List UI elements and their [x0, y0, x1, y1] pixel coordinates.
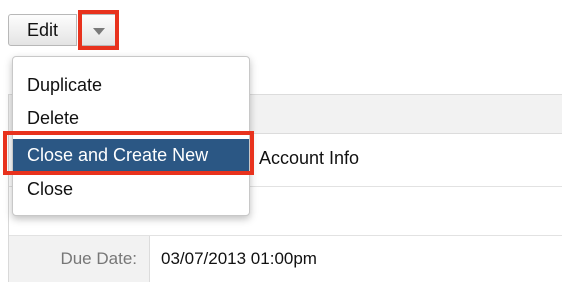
menu-item-close-and-create-new[interactable]: Close and Create New [13, 139, 249, 172]
edit-button[interactable]: Edit [8, 14, 77, 46]
menu-item-duplicate[interactable]: Duplicate [13, 69, 249, 102]
due-date-label: Due Date: [60, 249, 137, 268]
actions-dropdown-button[interactable] [81, 14, 116, 46]
due-date-value: 03/07/2013 01:00pm [161, 249, 317, 268]
due-date-row: Due Date: 03/07/2013 01:00pm [9, 236, 562, 282]
subject-value: Account Info [259, 148, 360, 168]
caret-down-icon [93, 28, 105, 35]
menu-item-close[interactable]: Close [13, 173, 249, 206]
actions-dropdown-menu: Duplicate Delete Close and Create New Cl… [12, 56, 250, 216]
due-date-label-cell: Due Date: [9, 236, 150, 282]
menu-item-delete[interactable]: Delete [13, 102, 249, 135]
